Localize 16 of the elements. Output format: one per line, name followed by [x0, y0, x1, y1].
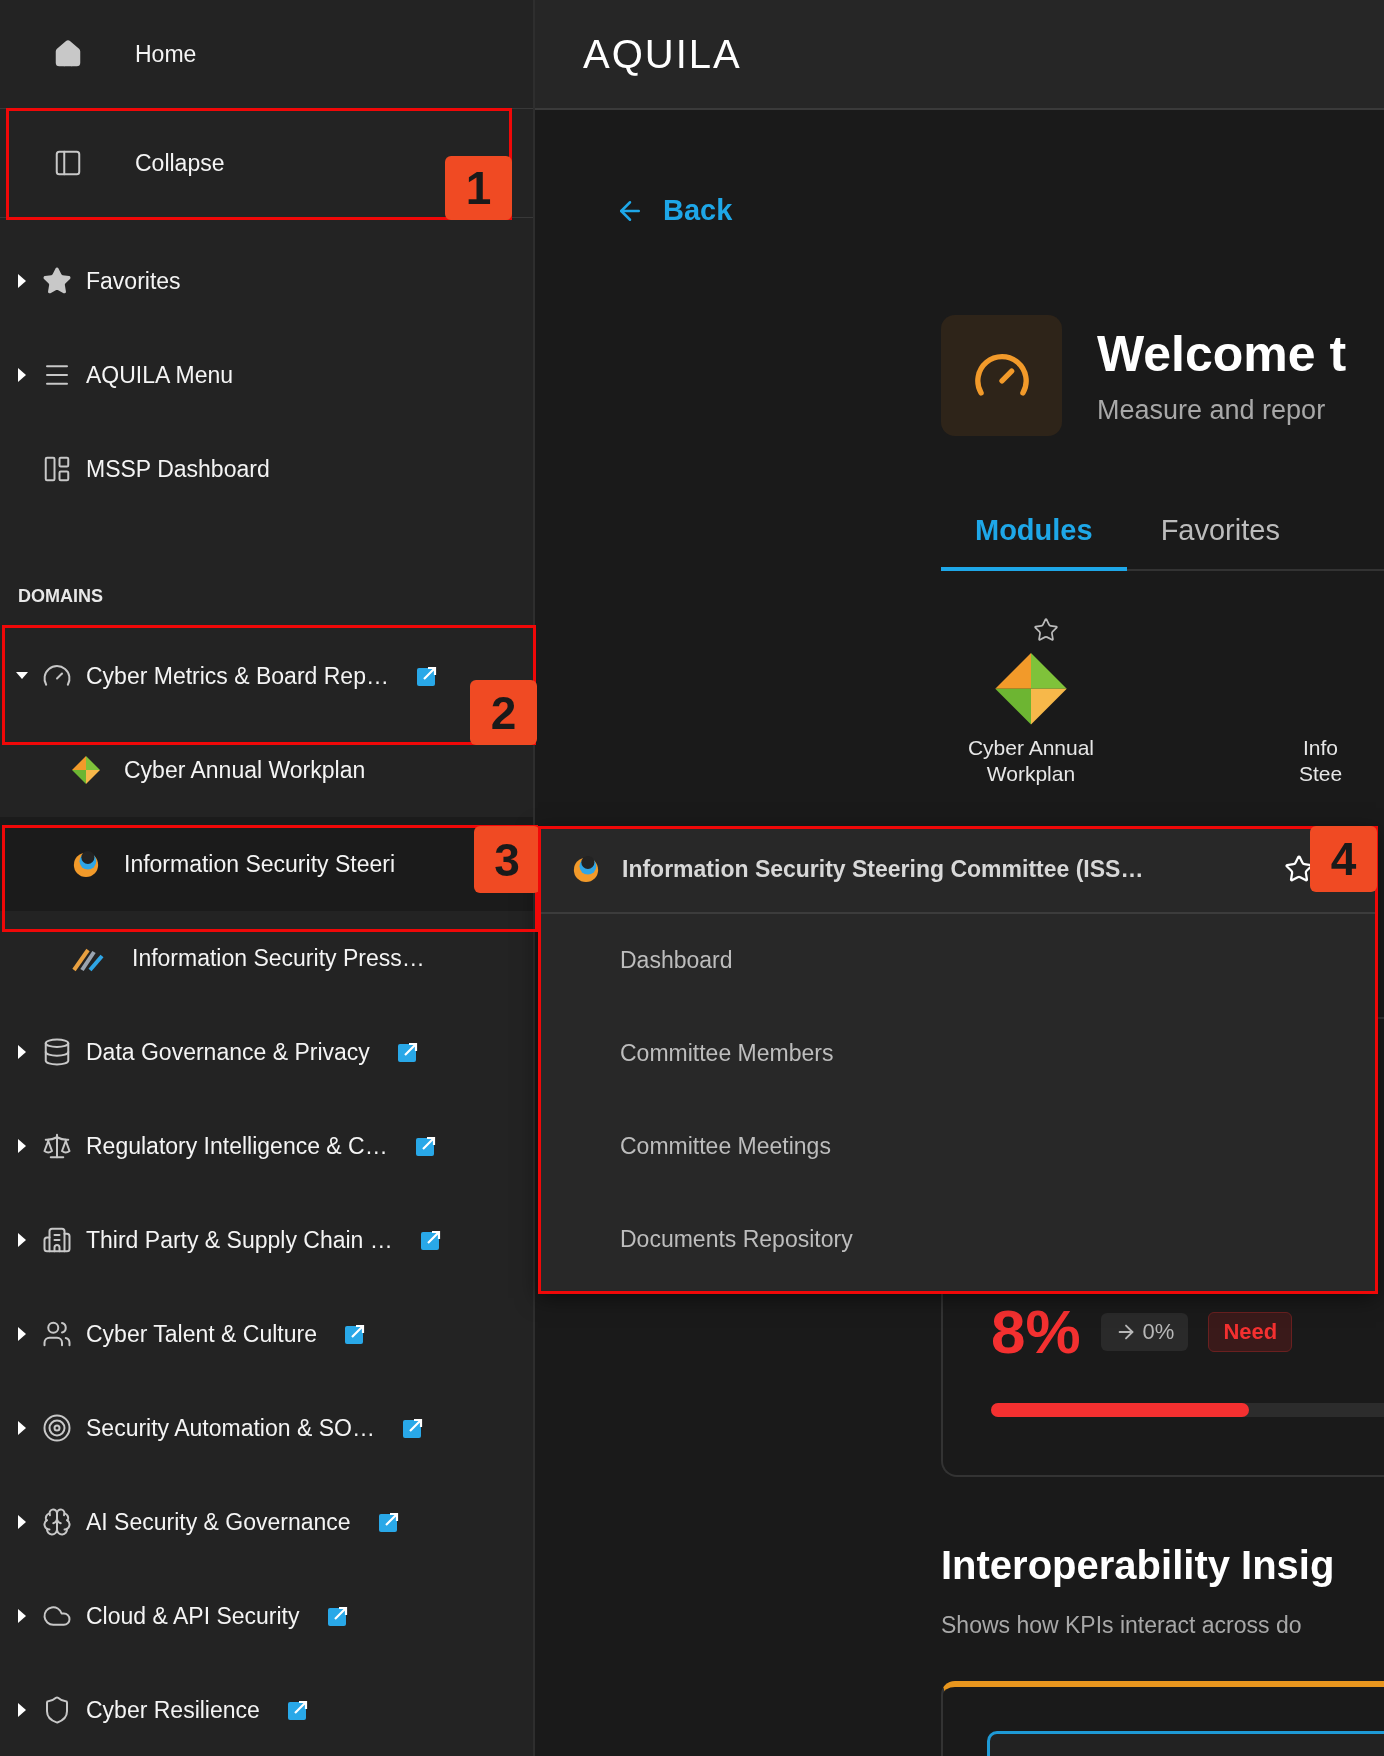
section-subtitle: Shows how KPIs interact across do [941, 1612, 1303, 1639]
page-title: Welcome t [1097, 326, 1347, 382]
kpi-value: 8% [991, 1296, 1081, 1367]
logo: AQUILA [583, 31, 742, 77]
step-number-tooltip: 3 [474, 826, 540, 893]
section-heading: DOMAINS [18, 586, 104, 607]
module-label: Info Stee [1297, 734, 1344, 787]
trend-pill: 0% [1100, 1312, 1189, 1351]
section-title: Interoperability Insig [941, 1543, 1336, 1588]
page-subtitle: Measure and repor [1097, 395, 1327, 426]
step-number-tooltip: 1 [445, 156, 512, 220]
module-label: Cyber Annual Workplan [966, 734, 1096, 787]
step-number-tooltip: 2 [470, 680, 537, 745]
step-number-tooltip: 4 [1310, 826, 1377, 892]
submenu-title: Information Security Steering Committee (ISS… [622, 855, 1144, 883]
status-badge: Need [1208, 1311, 1293, 1352]
